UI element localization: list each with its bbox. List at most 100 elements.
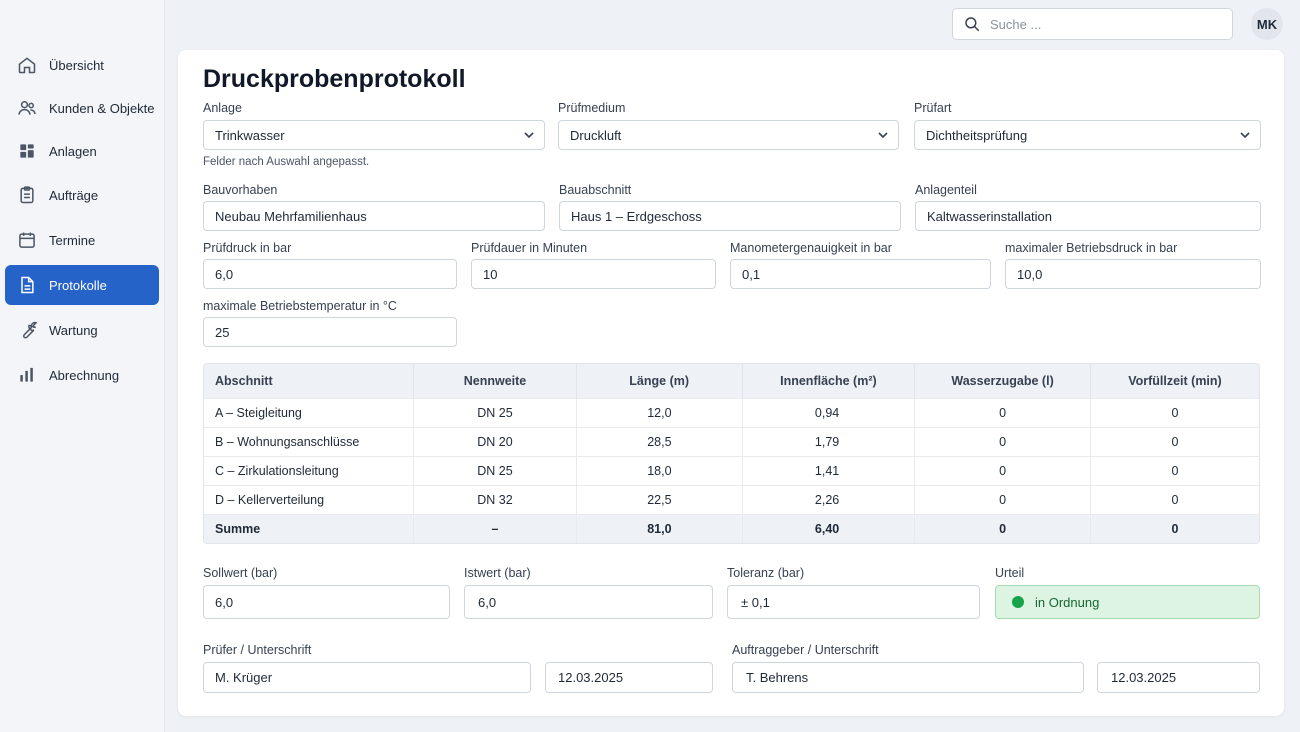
pruefer-label: Prüfer / Unterschrift (203, 643, 312, 657)
pruefart-label: Prüfart (914, 101, 952, 115)
table-cell: 0 (1090, 455, 1259, 485)
page-title: Druckprobenprotokoll (203, 65, 466, 93)
sidebar-item-label: Termine (49, 232, 96, 248)
chevron-down-icon (523, 129, 535, 141)
auftraggeber-date-field[interactable]: 12.03.2025 (1097, 662, 1260, 693)
urteil-value: in Ordnung (1035, 594, 1100, 610)
table-cell: 0 (914, 455, 1091, 485)
bauvorhaben-field[interactable]: Neubau Mehrfamilienhaus (203, 201, 545, 231)
document-icon (17, 275, 37, 295)
table-cell: – (413, 513, 577, 543)
wrench-icon (17, 320, 37, 340)
sidebar-item-uebersicht[interactable]: Übersicht (5, 45, 159, 85)
sollwert-label: Sollwert (bar) (203, 566, 278, 580)
protocol-card: Druckprobenprotokoll Anlage Trinkwasser … (178, 50, 1284, 716)
pruefmedium-value: Druckluft (570, 127, 622, 143)
pruefdruck-label: Prüfdruck in bar (203, 241, 292, 255)
anlage-value: Trinkwasser (215, 127, 285, 143)
chevron-down-icon (1239, 129, 1251, 141)
column-header: Vorfüllzeit (min) (1090, 364, 1259, 398)
anlage-select[interactable]: Trinkwasser (203, 120, 545, 150)
pruefer-name-field[interactable]: M. Krüger (203, 662, 531, 693)
sidebar-item-wartung[interactable]: Wartung (5, 310, 159, 350)
sections-table: Abschnitt Nennweite Länge (m) Innenfläch… (203, 363, 1260, 544)
table-cell: 0 (914, 397, 1091, 427)
adjust-hint: Felder nach Auswahl angepasst. (203, 156, 370, 168)
table-cell: 0,94 (742, 397, 916, 427)
table-row: C – Zirkulationsleitung DN 25 18,0 1,41 … (204, 455, 1259, 485)
status-dot-icon (1012, 596, 1024, 608)
table-cell: Summe (204, 513, 415, 543)
table-row: A – Steigleitung DN 25 12,0 0,94 0 0 (204, 397, 1259, 427)
istwert-field[interactable]: 6,0 (464, 585, 713, 619)
toleranz-field[interactable]: ± 0,1 (727, 585, 980, 619)
bauabschnitt-label: Bauabschnitt (559, 183, 632, 197)
anlage-label: Anlage (203, 101, 242, 115)
avatar[interactable]: MK (1251, 8, 1283, 40)
column-header: Wasserzugabe (l) (914, 364, 1091, 398)
sidebar-item-label: Wartung (49, 322, 98, 338)
table-cell: 1,41 (742, 455, 916, 485)
grid-icon (17, 141, 37, 161)
sidebar-item-label: Aufträge (49, 187, 99, 203)
search-box[interactable] (952, 8, 1233, 40)
sidebar-item-termine[interactable]: Termine (5, 220, 159, 260)
pruefdauer-label: Prüfdauer in Minuten (471, 241, 588, 255)
auftraggeber-name-field[interactable]: T. Behrens (732, 662, 1084, 693)
table-cell: 81,0 (576, 513, 743, 543)
pruefdauer-field[interactable]: 10 (471, 259, 716, 289)
table-cell: DN 25 (413, 397, 577, 427)
sidebar-item-kunden[interactable]: Kunden & Objekte (5, 88, 159, 128)
table-cell: 0 (914, 484, 1091, 514)
column-header: Nennweite (413, 364, 577, 398)
istwert-label: Istwert (bar) (464, 566, 531, 580)
search-input[interactable] (990, 16, 1210, 32)
table-cell: B – Wohnungsanschlüsse (204, 426, 415, 456)
bauabschnitt-field[interactable]: Haus 1 – Erdgeschoss (559, 201, 901, 231)
table-cell: DN 25 (413, 455, 577, 485)
toleranz-label: Toleranz (bar) (727, 566, 805, 580)
pruefdruck-field[interactable]: 6,0 (203, 259, 457, 289)
sidebar: Übersicht Kunden & Objekte Anlagen Auftr… (0, 0, 165, 732)
pruefmedium-label: Prüfmedium (558, 101, 626, 115)
table-cell: 22,5 (576, 484, 743, 514)
table-cell: 28,5 (576, 426, 743, 456)
max-druck-field[interactable]: 10,0 (1005, 259, 1261, 289)
sidebar-item-label: Kunden & Objekte (49, 100, 155, 116)
pruefmedium-select[interactable]: Druckluft (558, 120, 899, 150)
column-header: Innenfläche (m²) (742, 364, 916, 398)
table-cell: 0 (914, 513, 1091, 543)
sidebar-item-abrechnung[interactable]: Abrechnung (5, 355, 159, 395)
table-cell: 0 (1090, 397, 1259, 427)
table-cell: 18,0 (576, 455, 743, 485)
max-temp-field[interactable]: 25 (203, 317, 457, 347)
table-row: B – Wohnungsanschlüsse DN 20 28,5 1,79 0… (204, 426, 1259, 456)
sidebar-item-anlagen[interactable]: Anlagen (5, 131, 159, 171)
bar-chart-icon (17, 365, 37, 385)
sidebar-item-label: Abrechnung (49, 367, 120, 383)
table-cell: 2,26 (742, 484, 916, 514)
sidebar-item-label: Protokolle (49, 277, 107, 293)
clipboard-icon (17, 185, 37, 205)
table-cell: C – Zirkulationsleitung (204, 455, 415, 485)
table-cell: 0 (914, 426, 1091, 456)
pruefart-select[interactable]: Dichtheitsprüfung (914, 120, 1261, 150)
manometer-field[interactable]: 0,1 (730, 259, 991, 289)
sidebar-item-auftraege[interactable]: Aufträge (5, 175, 159, 215)
chevron-down-icon (877, 129, 889, 141)
table-cell: 12,0 (576, 397, 743, 427)
sidebar-item-protokolle[interactable]: Protokolle (5, 265, 159, 305)
table-cell: 0 (1090, 513, 1259, 543)
table-row: D – Kellerverteilung DN 32 22,5 2,26 0 0 (204, 484, 1259, 514)
column-header: Abschnitt (204, 364, 415, 398)
pruefer-date-field[interactable]: 12.03.2025 (545, 662, 713, 693)
manometer-label: Manometergenauigkeit in bar (730, 241, 892, 255)
anlagenteil-field[interactable]: Kaltwasserinstallation (915, 201, 1261, 231)
sollwert-field[interactable]: 6,0 (203, 585, 450, 619)
table-cell: DN 32 (413, 484, 577, 514)
table-cell: A – Steigleitung (204, 397, 415, 427)
anlagenteil-label: Anlagenteil (915, 183, 977, 197)
sidebar-item-label: Anlagen (49, 143, 97, 159)
max-temp-label: maximale Betriebstemperatur in °C (203, 299, 397, 313)
home-icon (17, 55, 37, 75)
